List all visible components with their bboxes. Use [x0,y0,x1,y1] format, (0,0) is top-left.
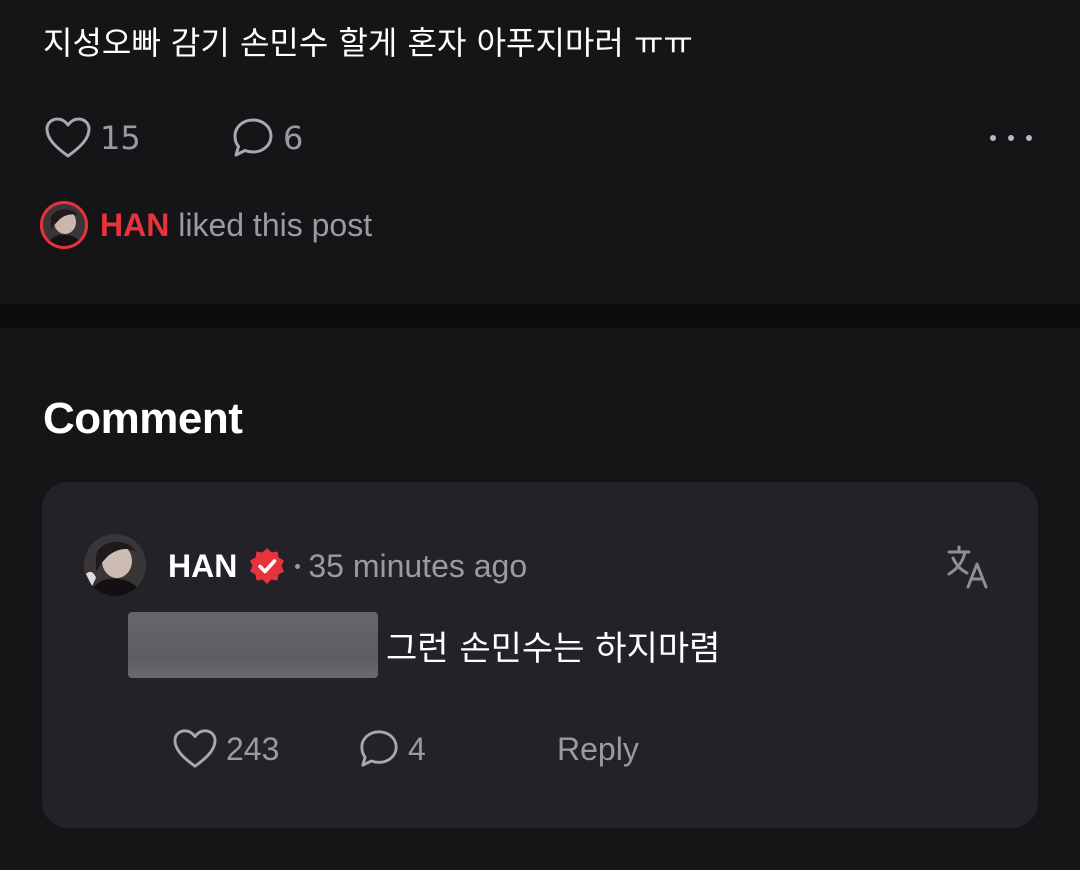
speech-bubble-icon [233,118,273,157]
liked-by-row[interactable]: HAN liked this post [40,200,372,250]
more-dot [1026,135,1032,141]
reply-button[interactable]: Reply [557,724,639,774]
comment-card: HAN 35 minutes ago 그런 손민수는 하지마렴 243 4 Re… [42,482,1038,828]
post-actions-bar: 15 6 [0,112,1080,164]
liked-by-name[interactable]: HAN [100,207,169,243]
more-horizontal-icon[interactable] [990,126,1032,150]
comment-body: 그런 손민수는 하지마렴 [128,612,720,678]
avatar[interactable] [84,534,146,596]
section-divider [0,304,1080,328]
speech-bubble-icon [360,730,398,767]
post-like-button[interactable]: 15 [44,112,141,164]
post-text: 지성오빠 감기 손민수 할게 혼자 아푸지마러 ㅠㅠ [43,24,693,62]
comment-timestamp: 35 minutes ago [308,547,528,584]
more-dot [1008,135,1014,141]
translate-icon[interactable] [946,544,992,590]
section-title: Comment [43,394,243,443]
comment-text: 그런 손민수는 하지마렴 [386,628,721,669]
heart-outline-icon [173,729,217,768]
post-container: 지성오빠 감기 손민수 할게 혼자 아푸지마러 ㅠㅠ 15 6 HAN like… [0,0,1080,304]
comment-author[interactable]: HAN [168,548,237,585]
liked-by-text: HAN liked this post [100,207,372,244]
comment-like-count: 243 [226,730,280,767]
post-like-count: 15 [100,119,141,157]
separator-dot [295,563,301,569]
comment-like-button[interactable]: 243 [172,724,279,774]
avatar-photo [43,204,85,246]
comment-reply-count: 4 [408,730,426,767]
avatar-photo [84,534,146,596]
more-dot [990,135,996,141]
liked-by-suffix: liked this post [169,206,373,243]
comment-actions-bar: 243 4 Reply [172,724,872,774]
avatar[interactable] [40,201,88,249]
blurred-mention [128,612,378,678]
comment-header: HAN 35 minutes ago [168,544,527,588]
heart-outline-icon [45,117,91,158]
comment-replies-button[interactable]: 4 [358,724,426,774]
verified-badge-icon [250,548,285,584]
comments-section: Comment HAN 35 minutes ago 그런 손민수는 하지마렴 … [0,328,1080,870]
post-comment-count: 6 [283,119,304,157]
post-comment-button[interactable]: 6 [231,112,303,164]
